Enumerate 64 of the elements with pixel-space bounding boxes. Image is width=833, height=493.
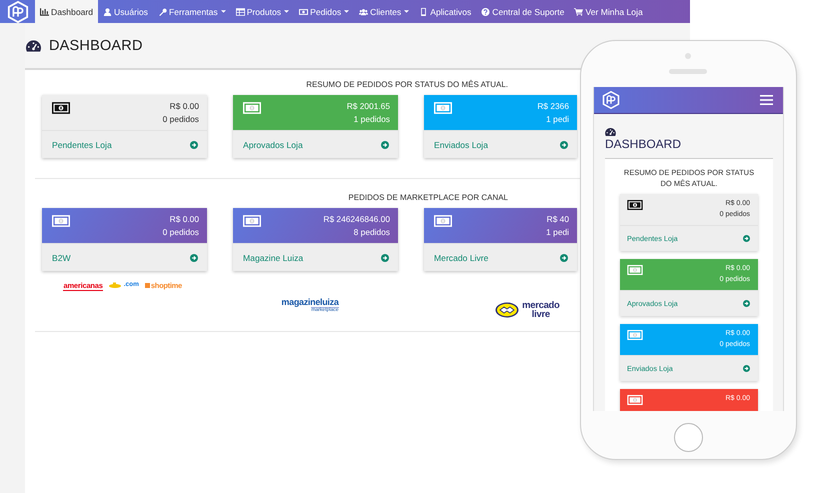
cart-icon [574,8,584,16]
order-amount: R$ 40 [546,213,569,226]
nav-item[interactable]: Dashboard [35,0,98,23]
arrow-circle-icon [381,140,389,148]
banknote-icon [243,102,261,114]
card-link[interactable]: B2W [42,243,207,271]
banknote-icon [243,215,261,227]
order-count: 1 pedidos [354,113,390,126]
section-title: PEDIDOS DE MARKETPLACE POR CANAL [347,193,509,202]
users-icon [359,8,368,16]
arrow-circle-icon [560,140,568,148]
banknote-icon [627,330,643,340]
bar-chart-icon [40,8,49,16]
card-link[interactable]: Aprovados Loja [233,130,398,158]
section-title: RESUMO DE PEDIDOS POR STATUS DO MÊS ATUAL. [305,80,509,89]
card-link[interactable]: Magazine Luiza [233,243,398,271]
menu-icon[interactable] [760,95,773,105]
order-amount: R$ 2001.65 [346,100,390,113]
nav-item[interactable]: Usuários [98,0,153,23]
order-count: 1 pedi [546,226,569,239]
arrow-circle-icon [190,254,198,262]
order-amount: R$ 0.00 [170,100,199,113]
banknote-icon [52,215,70,227]
order-amount: R$ 246246846.00 [323,213,390,226]
page-title: DASHBOARD [49,38,143,54]
help-icon [481,8,490,16]
card-link[interactable]: Pendentes Loja [42,130,207,158]
order-count: 0 pedidos [162,226,199,239]
nav-item[interactable]: Aplicativos [414,0,476,23]
card-link[interactable]: Enviados Loja [424,130,577,158]
nav-item[interactable]: Ver Minha Loja [569,0,648,23]
banknote-icon [434,102,452,114]
arrow-circle-icon [381,254,389,262]
arrow-circle-icon [743,235,750,242]
page-title: DASHBOARD [605,137,682,151]
table-icon [236,8,245,16]
logo-icon[interactable] [602,91,620,109]
banknote-icon [627,200,643,210]
logo-icon[interactable] [7,0,29,22]
arrow-circle-icon [743,365,750,372]
user-icon [103,8,112,16]
banknote-icon [627,265,643,275]
order-amount: R$ 0.00 [170,213,199,226]
money-icon [299,8,308,16]
order-count: 1 pedi [546,113,569,126]
arrow-circle-icon [743,300,750,307]
nav-item[interactable]: Central de Suporte [476,0,570,23]
nav-item[interactable]: Produtos [230,0,294,23]
banknote-icon [434,215,452,227]
card-link[interactable]: Mercado Livre [424,243,577,271]
banknote-icon [627,395,643,405]
nav-item[interactable]: Ferramentas [152,0,231,23]
wrench-icon [158,8,167,16]
order-amount: R$ 2366 [537,100,569,113]
nav-item[interactable]: Pedidos [294,0,354,23]
brand-logo: mercado livre [435,301,560,319]
arrow-circle-icon [190,140,198,148]
nav-item[interactable]: Clientes [354,0,414,23]
order-count: 8 pedidos [354,226,390,239]
mobile-icon [419,8,428,16]
order-count: 0 pedidos [162,113,199,126]
dashboard-icon [605,128,616,136]
banknote-icon [52,102,70,114]
arrow-circle-icon [560,254,568,262]
